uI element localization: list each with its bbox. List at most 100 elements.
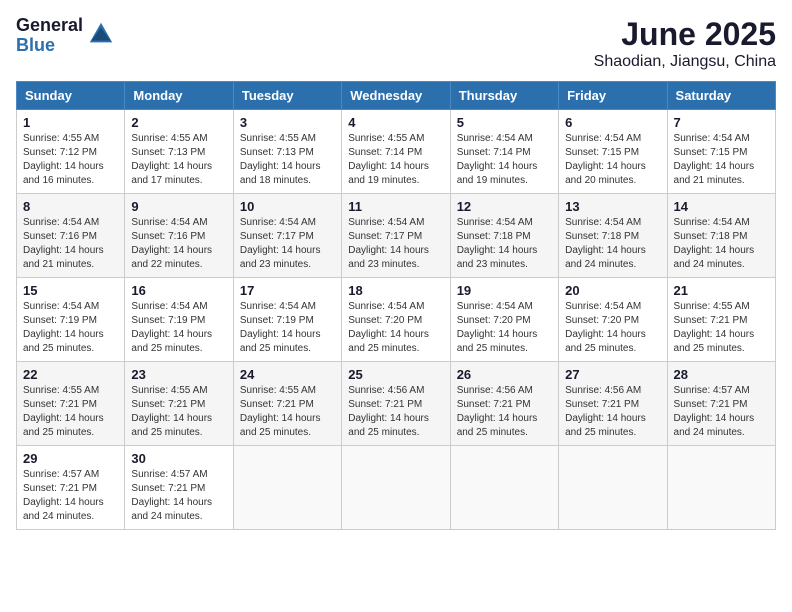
- header-tuesday: Tuesday: [233, 82, 341, 110]
- header-monday: Monday: [125, 82, 233, 110]
- day-info: Sunrise: 4:54 AM Sunset: 7:18 PM Dayligh…: [674, 216, 769, 272]
- day-info: Sunrise: 4:57 AM Sunset: 7:21 PM Dayligh…: [23, 468, 118, 524]
- day-cell: [342, 446, 450, 530]
- day-info: Sunrise: 4:54 AM Sunset: 7:15 PM Dayligh…: [565, 132, 660, 188]
- calendar: SundayMondayTuesdayWednesdayThursdayFrid…: [16, 81, 776, 530]
- day-cell: 7Sunrise: 4:54 AM Sunset: 7:15 PM Daylig…: [667, 110, 775, 194]
- logo-blue: Blue: [16, 36, 83, 56]
- day-info: Sunrise: 4:57 AM Sunset: 7:21 PM Dayligh…: [131, 468, 226, 524]
- day-info: Sunrise: 4:55 AM Sunset: 7:21 PM Dayligh…: [131, 384, 226, 440]
- day-info: Sunrise: 4:57 AM Sunset: 7:21 PM Dayligh…: [674, 384, 769, 440]
- day-cell: 21 Sunrise: 4:55 AM Sunset: 7:21 PM Dayli…: [667, 278, 775, 362]
- day-info: Sunrise: 4:55 AM Sunset: 7:12 PM Dayligh…: [23, 132, 118, 188]
- day-number: 20: [565, 283, 660, 298]
- day-info: Sunrise: 4:54 AM Sunset: 7:16 PM Dayligh…: [131, 216, 226, 272]
- day-cell: 26 Sunrise: 4:56 AM Sunset: 7:21 PM Dayli…: [450, 362, 558, 446]
- logo-icon: [87, 20, 115, 48]
- day-info: Sunrise: 4:54 AM Sunset: 7:19 PM Dayligh…: [131, 300, 226, 356]
- day-cell: 11 Sunrise: 4:54 AM Sunset: 7:17 PM Dayli…: [342, 194, 450, 278]
- day-info: Sunrise: 4:54 AM Sunset: 7:20 PM Dayligh…: [565, 300, 660, 356]
- day-number: 23: [131, 367, 226, 382]
- day-cell: 2 Sunrise: 4:55 AM Sunset: 7:13 PM Daylig…: [125, 110, 233, 194]
- day-number: 24: [240, 367, 335, 382]
- day-info: Sunrise: 4:54 AM Sunset: 7:14 PM Dayligh…: [457, 132, 552, 188]
- day-info: Sunrise: 4:54 AM Sunset: 7:19 PM Dayligh…: [240, 300, 335, 356]
- day-info: Sunrise: 4:54 AM Sunset: 7:19 PM Dayligh…: [23, 300, 118, 356]
- day-number: 25: [348, 367, 443, 382]
- day-number: 10: [240, 199, 335, 214]
- day-cell: 27 Sunrise: 4:56 AM Sunset: 7:21 PM Dayli…: [559, 362, 667, 446]
- logo-general: General: [16, 16, 83, 36]
- day-number: 22: [23, 367, 118, 382]
- day-number: 3: [240, 115, 335, 130]
- day-cell: 12Sunrise: 4:54 AM Sunset: 7:18 PM Dayli…: [450, 194, 558, 278]
- header-friday: Friday: [559, 82, 667, 110]
- day-number: 27: [565, 367, 660, 382]
- day-number: 19: [457, 283, 552, 298]
- day-info: Sunrise: 4:54 AM Sunset: 7:17 PM Dayligh…: [348, 216, 443, 272]
- day-number: 29: [23, 451, 118, 466]
- calendar-header-row: SundayMondayTuesdayWednesdayThursdayFrid…: [17, 82, 776, 110]
- day-info: Sunrise: 4:56 AM Sunset: 7:21 PM Dayligh…: [348, 384, 443, 440]
- day-number: 4: [348, 115, 443, 130]
- day-info: Sunrise: 4:55 AM Sunset: 7:21 PM Dayligh…: [240, 384, 335, 440]
- day-number: 14: [674, 199, 769, 214]
- day-cell: [667, 446, 775, 530]
- day-cell: 10 Sunrise: 4:54 AM Sunset: 7:17 PM Dayli…: [233, 194, 341, 278]
- day-cell: 25 Sunrise: 4:56 AM Sunset: 7:21 PM Dayli…: [342, 362, 450, 446]
- day-number: 11: [348, 199, 443, 214]
- day-info: Sunrise: 4:55 AM Sunset: 7:21 PM Dayligh…: [23, 384, 118, 440]
- week-row-1: 8 Sunrise: 4:54 AM Sunset: 7:16 PM Daylig…: [17, 194, 776, 278]
- day-cell: 23 Sunrise: 4:55 AM Sunset: 7:21 PM Dayli…: [125, 362, 233, 446]
- day-info: Sunrise: 4:54 AM Sunset: 7:20 PM Dayligh…: [457, 300, 552, 356]
- day-info: Sunrise: 4:54 AM Sunset: 7:16 PM Dayligh…: [23, 216, 118, 272]
- day-cell: 17 Sunrise: 4:54 AM Sunset: 7:19 PM Dayli…: [233, 278, 341, 362]
- month-title: June 2025: [594, 16, 776, 53]
- day-info: Sunrise: 4:54 AM Sunset: 7:15 PM Dayligh…: [674, 132, 769, 188]
- day-number: 26: [457, 367, 552, 382]
- day-number: 5: [457, 115, 552, 130]
- day-cell: [450, 446, 558, 530]
- day-info: Sunrise: 4:55 AM Sunset: 7:21 PM Dayligh…: [674, 300, 769, 356]
- day-cell: 4 Sunrise: 4:55 AM Sunset: 7:14 PM Daylig…: [342, 110, 450, 194]
- day-cell: 16 Sunrise: 4:54 AM Sunset: 7:19 PM Dayli…: [125, 278, 233, 362]
- day-cell: 15 Sunrise: 4:54 AM Sunset: 7:19 PM Dayli…: [17, 278, 125, 362]
- day-number: 17: [240, 283, 335, 298]
- day-info: Sunrise: 4:56 AM Sunset: 7:21 PM Dayligh…: [565, 384, 660, 440]
- day-number: 1: [23, 115, 118, 130]
- day-cell: 9 Sunrise: 4:54 AM Sunset: 7:16 PM Daylig…: [125, 194, 233, 278]
- day-info: Sunrise: 4:54 AM Sunset: 7:20 PM Dayligh…: [348, 300, 443, 356]
- day-cell: 8 Sunrise: 4:54 AM Sunset: 7:16 PM Daylig…: [17, 194, 125, 278]
- day-number: 9: [131, 199, 226, 214]
- day-cell: 14 Sunrise: 4:54 AM Sunset: 7:18 PM Dayli…: [667, 194, 775, 278]
- day-cell: 19 Sunrise: 4:54 AM Sunset: 7:20 PM Dayli…: [450, 278, 558, 362]
- day-number: 2: [131, 115, 226, 130]
- day-number: 8: [23, 199, 118, 214]
- day-cell: 29 Sunrise: 4:57 AM Sunset: 7:21 PM Dayli…: [17, 446, 125, 530]
- day-number: 21: [674, 283, 769, 298]
- day-info: Sunrise: 4:56 AM Sunset: 7:21 PM Dayligh…: [457, 384, 552, 440]
- day-info: Sunrise: 4:55 AM Sunset: 7:14 PM Dayligh…: [348, 132, 443, 188]
- day-info: Sunrise: 4:54 AM Sunset: 7:18 PM Dayligh…: [565, 216, 660, 272]
- day-cell: [233, 446, 341, 530]
- day-cell: 5 Sunrise: 4:54 AM Sunset: 7:14 PM Daylig…: [450, 110, 558, 194]
- day-info: Sunrise: 4:54 AM Sunset: 7:18 PM Dayligh…: [457, 216, 552, 272]
- day-number: 13: [565, 199, 660, 214]
- day-number: 15: [23, 283, 118, 298]
- page-header: General Blue June 2025 Shaodian, Jiangsu…: [16, 16, 776, 71]
- day-cell: 13 Sunrise: 4:54 AM Sunset: 7:18 PM Dayli…: [559, 194, 667, 278]
- day-number: 30: [131, 451, 226, 466]
- day-cell: 3Sunrise: 4:55 AM Sunset: 7:13 PM Daylig…: [233, 110, 341, 194]
- logo: General Blue: [16, 16, 115, 56]
- week-row-0: 1 Sunrise: 4:55 AM Sunset: 7:12 PM Daylig…: [17, 110, 776, 194]
- day-cell: 6 Sunrise: 4:54 AM Sunset: 7:15 PM Daylig…: [559, 110, 667, 194]
- day-cell: 30 Sunrise: 4:57 AM Sunset: 7:21 PM Dayli…: [125, 446, 233, 530]
- title-section: June 2025 Shaodian, Jiangsu, China: [594, 16, 776, 71]
- day-number: 16: [131, 283, 226, 298]
- day-info: Sunrise: 4:55 AM Sunset: 7:13 PM Dayligh…: [131, 132, 226, 188]
- location-title: Shaodian, Jiangsu, China: [594, 53, 776, 71]
- day-number: 6: [565, 115, 660, 130]
- day-info: Sunrise: 4:54 AM Sunset: 7:17 PM Dayligh…: [240, 216, 335, 272]
- day-cell: 18 Sunrise: 4:54 AM Sunset: 7:20 PM Dayli…: [342, 278, 450, 362]
- day-number: 18: [348, 283, 443, 298]
